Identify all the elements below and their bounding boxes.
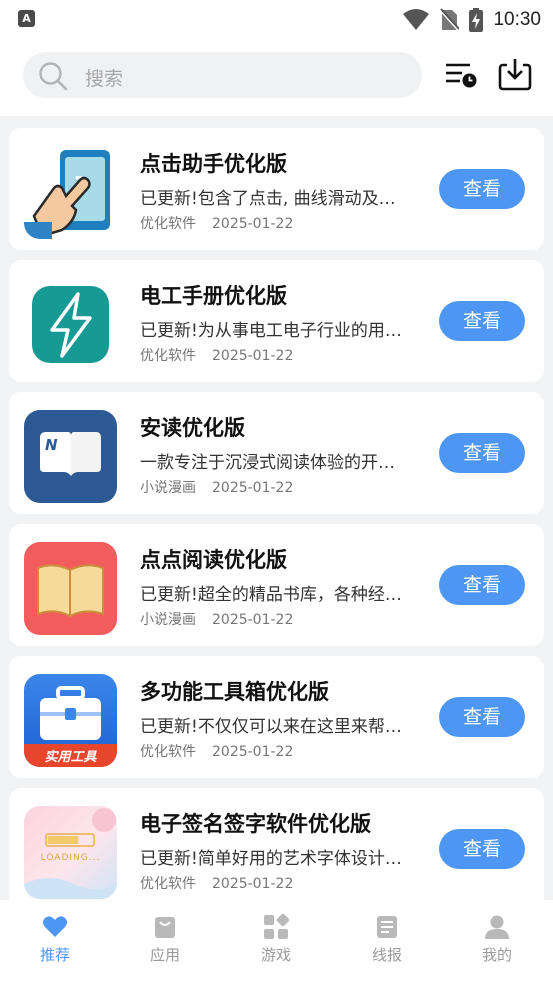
user-icon bbox=[485, 915, 509, 939]
app-card[interactable]: N 安读优化版 一款专注于沉浸式阅读体验的开… 小说漫画 2025-01-22 查… bbox=[9, 392, 544, 514]
app-card[interactable]: 点点阅读优化版 已更新!超全的精品书库，各种经… 小说漫画 2025-01-22 … bbox=[9, 524, 544, 646]
app-category: 优化软件 bbox=[140, 876, 196, 892]
app-card[interactable]: 实用工具 多功能工具箱优化版 已更新!不仅仅可以来在这里来帮… 优化软件 2025… bbox=[9, 656, 544, 778]
bottom-tab-bar: 推荐 应用 游戏 线报 我的 bbox=[0, 900, 553, 983]
news-icon bbox=[377, 916, 397, 938]
app-meta: 优化软件 2025-01-22 bbox=[140, 741, 293, 761]
bag-icon bbox=[155, 917, 175, 938]
grid-icon bbox=[264, 914, 289, 939]
app-meta: 小说漫画 2025-01-22 bbox=[140, 477, 293, 497]
tab-apps[interactable]: 应用 bbox=[110, 914, 220, 974]
download-manager-button[interactable] bbox=[497, 56, 533, 92]
tab-label: 我的 bbox=[481, 946, 512, 964]
app-description: 已更新!包含了点击, 曲线滑动及… bbox=[140, 189, 396, 209]
search-input[interactable]: 搜索 bbox=[23, 52, 422, 98]
app-date: 2025-01-22 bbox=[212, 612, 294, 628]
app-title: 安读优化版 bbox=[140, 416, 245, 440]
app-date: 2025-01-22 bbox=[212, 480, 294, 496]
header: 搜索 bbox=[0, 40, 553, 116]
app-title: 点点阅读优化版 bbox=[140, 548, 287, 572]
status-bar: A 10:30 bbox=[0, 0, 553, 40]
tab-label: 线报 bbox=[371, 946, 402, 964]
wifi-icon bbox=[403, 9, 430, 30]
app-date: 2025-01-22 bbox=[212, 348, 294, 364]
app-meta: 优化软件 2025-01-22 bbox=[140, 873, 293, 893]
svg-text:N: N bbox=[45, 436, 58, 454]
heart-icon bbox=[43, 916, 67, 937]
icon-caption: LOADING... bbox=[40, 853, 101, 863]
no-sim-icon bbox=[439, 8, 460, 31]
view-button[interactable]: 查看 bbox=[439, 565, 525, 605]
tab-profile[interactable]: 我的 bbox=[442, 914, 552, 974]
download-icon bbox=[498, 59, 532, 91]
app-category: 优化软件 bbox=[140, 348, 196, 364]
app-meta: 小说漫画 2025-01-22 bbox=[140, 609, 293, 629]
clock: 10:30 bbox=[493, 9, 541, 30]
search-placeholder: 搜索 bbox=[85, 68, 124, 90]
tab-label: 应用 bbox=[149, 946, 180, 964]
battery-charging-icon bbox=[469, 8, 484, 32]
app-title: 多功能工具箱优化版 bbox=[140, 680, 329, 704]
app-card[interactable]: LOADING... 电子签名签字软件优化版 已更新!简单好用的艺术字体设计… … bbox=[9, 788, 544, 900]
tab-news[interactable]: 线报 bbox=[332, 914, 442, 974]
app-meta: 优化软件 2025-01-22 bbox=[140, 345, 293, 365]
book-n-icon: N bbox=[24, 410, 117, 503]
app-description: 已更新!不仅仅可以来在这里来帮… bbox=[140, 717, 402, 737]
loading-art-icon: LOADING... bbox=[24, 806, 117, 899]
tab-games[interactable]: 游戏 bbox=[221, 914, 331, 974]
app-description: 已更新!为从事电工电子行业的用… bbox=[140, 321, 402, 341]
app-title: 电子签名签字软件优化版 bbox=[140, 812, 371, 836]
app-date: 2025-01-22 bbox=[212, 876, 294, 892]
tap-hand-icon bbox=[24, 146, 117, 239]
icon-caption: 实用工具 bbox=[44, 750, 97, 765]
app-category: 小说漫画 bbox=[140, 612, 196, 628]
app-title: 点击助手优化版 bbox=[140, 152, 287, 176]
search-icon bbox=[39, 62, 68, 91]
app-description: 已更新!简单好用的艺术字体设计… bbox=[140, 849, 402, 869]
lightning-icon bbox=[24, 278, 117, 371]
app-card[interactable]: 电工手册优化版 已更新!为从事电工电子行业的用… 优化软件 2025-01-22 … bbox=[9, 260, 544, 382]
tab-label: 推荐 bbox=[39, 946, 70, 964]
app-date: 2025-01-22 bbox=[212, 216, 294, 232]
status-icons: 10:30 bbox=[403, 6, 541, 34]
app-title: 电工手册优化版 bbox=[140, 284, 287, 308]
view-button[interactable]: 查看 bbox=[439, 301, 525, 341]
badge-letter: A bbox=[22, 12, 31, 25]
accessibility-badge-icon: A bbox=[18, 10, 35, 27]
app-meta: 优化软件 2025-01-22 bbox=[140, 213, 293, 233]
tab-recommend[interactable]: 推荐 bbox=[0, 914, 110, 974]
app-category: 小说漫画 bbox=[140, 480, 196, 496]
app-description: 已更新!超全的精品书库，各种经… bbox=[140, 585, 402, 605]
app-description: 一款专注于沉浸式阅读体验的开… bbox=[140, 453, 395, 473]
tab-label: 游戏 bbox=[260, 946, 291, 964]
view-button[interactable]: 查看 bbox=[439, 697, 525, 737]
open-book-icon bbox=[24, 542, 117, 635]
history-list-button[interactable] bbox=[443, 56, 479, 92]
view-button[interactable]: 查看 bbox=[439, 433, 525, 473]
history-list-icon bbox=[446, 63, 477, 88]
app-category: 优化软件 bbox=[140, 216, 196, 232]
view-button[interactable]: 查看 bbox=[439, 169, 525, 209]
app-date: 2025-01-22 bbox=[212, 744, 294, 760]
app-list[interactable]: 点击助手优化版 已更新!包含了点击, 曲线滑动及… 优化软件 2025-01-22… bbox=[0, 116, 553, 900]
toolbox-icon: 实用工具 bbox=[24, 674, 117, 767]
app-category: 优化软件 bbox=[140, 744, 196, 760]
view-button[interactable]: 查看 bbox=[439, 829, 525, 869]
app-card[interactable]: 点击助手优化版 已更新!包含了点击, 曲线滑动及… 优化软件 2025-01-22… bbox=[9, 128, 544, 250]
